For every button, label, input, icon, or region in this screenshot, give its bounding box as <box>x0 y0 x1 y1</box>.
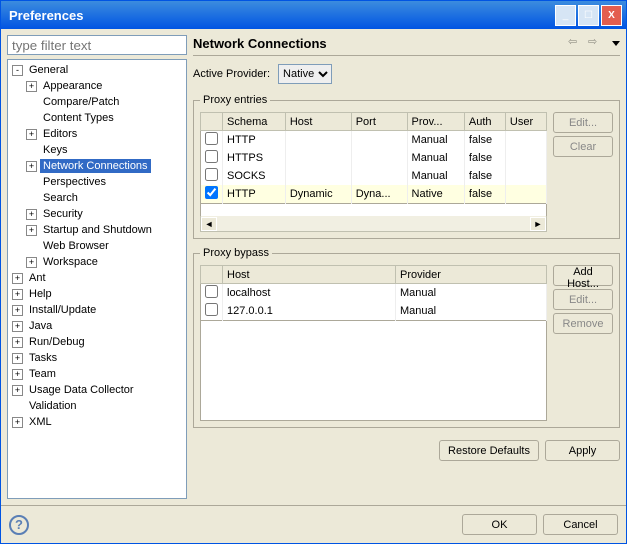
tree-spacer <box>26 113 37 124</box>
row-checkbox[interactable] <box>205 303 218 316</box>
row-checkbox[interactable] <box>205 132 218 145</box>
proxy-entries-group: Proxy entries Schema Host Port Prov... <box>193 94 620 239</box>
expand-icon[interactable]: + <box>26 209 37 220</box>
proxy-entries-table[interactable]: Schema Host Port Prov... Auth User HTTPM… <box>200 112 547 204</box>
tree-item-editors[interactable]: +Editors <box>8 126 186 142</box>
col-bypass-host[interactable]: Host <box>223 266 396 284</box>
expand-icon[interactable]: + <box>12 385 23 396</box>
expand-icon[interactable]: + <box>12 305 23 316</box>
scroll-right-icon[interactable]: ► <box>530 217 546 231</box>
expand-icon[interactable]: + <box>12 273 23 284</box>
forward-arrow-icon[interactable]: ⇨ <box>588 35 604 51</box>
close-button[interactable]: X <box>601 5 622 26</box>
tree-spacer <box>12 401 23 412</box>
restore-defaults-button[interactable]: Restore Defaults <box>439 440 539 461</box>
col-bypass-provider[interactable]: Provider <box>396 266 547 284</box>
col-user[interactable]: User <box>505 113 546 131</box>
bypass-remove-button[interactable]: Remove <box>553 313 613 334</box>
tree-item-search[interactable]: Search <box>8 190 186 206</box>
tree-item-xml[interactable]: +XML <box>8 414 186 430</box>
col-provider[interactable]: Prov... <box>407 113 464 131</box>
expand-icon[interactable]: + <box>26 161 37 172</box>
row-checkbox[interactable] <box>205 285 218 298</box>
tree-item-startup-shutdown[interactable]: +Startup and Shutdown <box>8 222 186 238</box>
tree-spacer <box>26 193 37 204</box>
tree-item-install-update[interactable]: +Install/Update <box>8 302 186 318</box>
horizontal-scrollbar[interactable]: ◄ ► <box>200 216 547 232</box>
proxy-clear-button[interactable]: Clear <box>553 136 613 157</box>
preferences-window: Preferences _ ☐ X -General +Appearance C… <box>0 0 627 544</box>
window-title: Preferences <box>9 8 553 23</box>
tree-spacer <box>26 97 37 108</box>
proxy-bypass-group: Proxy bypass Host Provider localhostManu… <box>193 247 620 428</box>
tree-item-help[interactable]: +Help <box>8 286 186 302</box>
tree-spacer <box>26 145 37 156</box>
add-host-button[interactable]: Add Host... <box>553 265 613 286</box>
minimize-button[interactable]: _ <box>555 5 576 26</box>
page-title: Network Connections <box>193 36 564 51</box>
col-schema[interactable]: Schema <box>223 113 286 131</box>
tree-item-security[interactable]: +Security <box>8 206 186 222</box>
tree-item-compare-patch[interactable]: Compare/Patch <box>8 94 186 110</box>
scroll-left-icon[interactable]: ◄ <box>201 217 217 231</box>
cancel-button[interactable]: Cancel <box>543 514 618 535</box>
expand-icon[interactable]: + <box>12 289 23 300</box>
tree-item-network-connections[interactable]: +Network Connections <box>8 158 186 174</box>
expand-icon[interactable]: + <box>26 257 37 268</box>
proxy-bypass-table[interactable]: Host Provider localhostManual127.0.0.1Ma… <box>200 265 547 321</box>
tree-item-web-browser[interactable]: Web Browser <box>8 238 186 254</box>
help-icon[interactable]: ? <box>9 515 29 535</box>
tree-item-ant[interactable]: +Ant <box>8 270 186 286</box>
expand-icon[interactable]: + <box>12 417 23 428</box>
expand-icon[interactable]: + <box>26 81 37 92</box>
tree-item-workspace[interactable]: +Workspace <box>8 254 186 270</box>
tree-item-run-debug[interactable]: +Run/Debug <box>8 334 186 350</box>
expand-icon[interactable]: + <box>12 353 23 364</box>
table-row[interactable]: SOCKSManualfalse <box>201 167 547 185</box>
col-port[interactable]: Port <box>351 113 407 131</box>
table-row[interactable]: HTTPSManualfalse <box>201 149 547 167</box>
active-provider-label: Active Provider: <box>193 68 270 80</box>
tree-item-team[interactable]: +Team <box>8 366 186 382</box>
collapse-icon[interactable]: - <box>12 65 23 76</box>
tree-item-content-types[interactable]: Content Types <box>8 110 186 126</box>
expand-icon[interactable]: + <box>12 321 23 332</box>
apply-button[interactable]: Apply <box>545 440 620 461</box>
col-auth[interactable]: Auth <box>464 113 505 131</box>
bypass-edit-button[interactable]: Edit... <box>553 289 613 310</box>
tree-item-validation[interactable]: Validation <box>8 398 186 414</box>
tree-spacer <box>26 177 37 188</box>
expand-icon[interactable]: + <box>12 369 23 380</box>
proxy-entries-legend: Proxy entries <box>200 94 270 106</box>
proxy-edit-button[interactable]: Edit... <box>553 112 613 133</box>
table-row[interactable]: HTTPManualfalse <box>201 131 547 150</box>
table-row[interactable]: localhostManual <box>201 284 547 303</box>
expand-icon[interactable]: + <box>26 129 37 140</box>
tree-item-keys[interactable]: Keys <box>8 142 186 158</box>
tree-item-appearance[interactable]: +Appearance <box>8 78 186 94</box>
table-row[interactable]: 127.0.0.1Manual <box>201 302 547 321</box>
row-checkbox[interactable] <box>205 150 218 163</box>
back-arrow-icon[interactable]: ⇦ <box>568 35 584 51</box>
titlebar[interactable]: Preferences _ ☐ X <box>1 1 626 29</box>
col-host[interactable]: Host <box>285 113 351 131</box>
expand-icon[interactable]: + <box>12 337 23 348</box>
tree-item-tasks[interactable]: +Tasks <box>8 350 186 366</box>
tree-item-usage-data[interactable]: +Usage Data Collector <box>8 382 186 398</box>
tree-item-java[interactable]: +Java <box>8 318 186 334</box>
proxy-bypass-legend: Proxy bypass <box>200 247 272 259</box>
maximize-button[interactable]: ☐ <box>578 5 599 26</box>
row-checkbox[interactable] <box>205 186 218 199</box>
expand-icon[interactable]: + <box>26 225 37 236</box>
filter-input[interactable] <box>7 35 187 55</box>
tree-item-general[interactable]: -General <box>8 62 186 78</box>
active-provider-select[interactable]: Native <box>278 64 332 84</box>
view-menu-icon[interactable] <box>612 41 620 46</box>
preferences-tree[interactable]: -General +Appearance Compare/Patch Conte… <box>7 59 187 499</box>
ok-button[interactable]: OK <box>462 514 537 535</box>
tree-item-perspectives[interactable]: Perspectives <box>8 174 186 190</box>
row-checkbox[interactable] <box>205 168 218 181</box>
tree-spacer <box>26 241 37 252</box>
table-row[interactable]: HTTPDynamicDyna...Nativefalse <box>201 185 547 204</box>
